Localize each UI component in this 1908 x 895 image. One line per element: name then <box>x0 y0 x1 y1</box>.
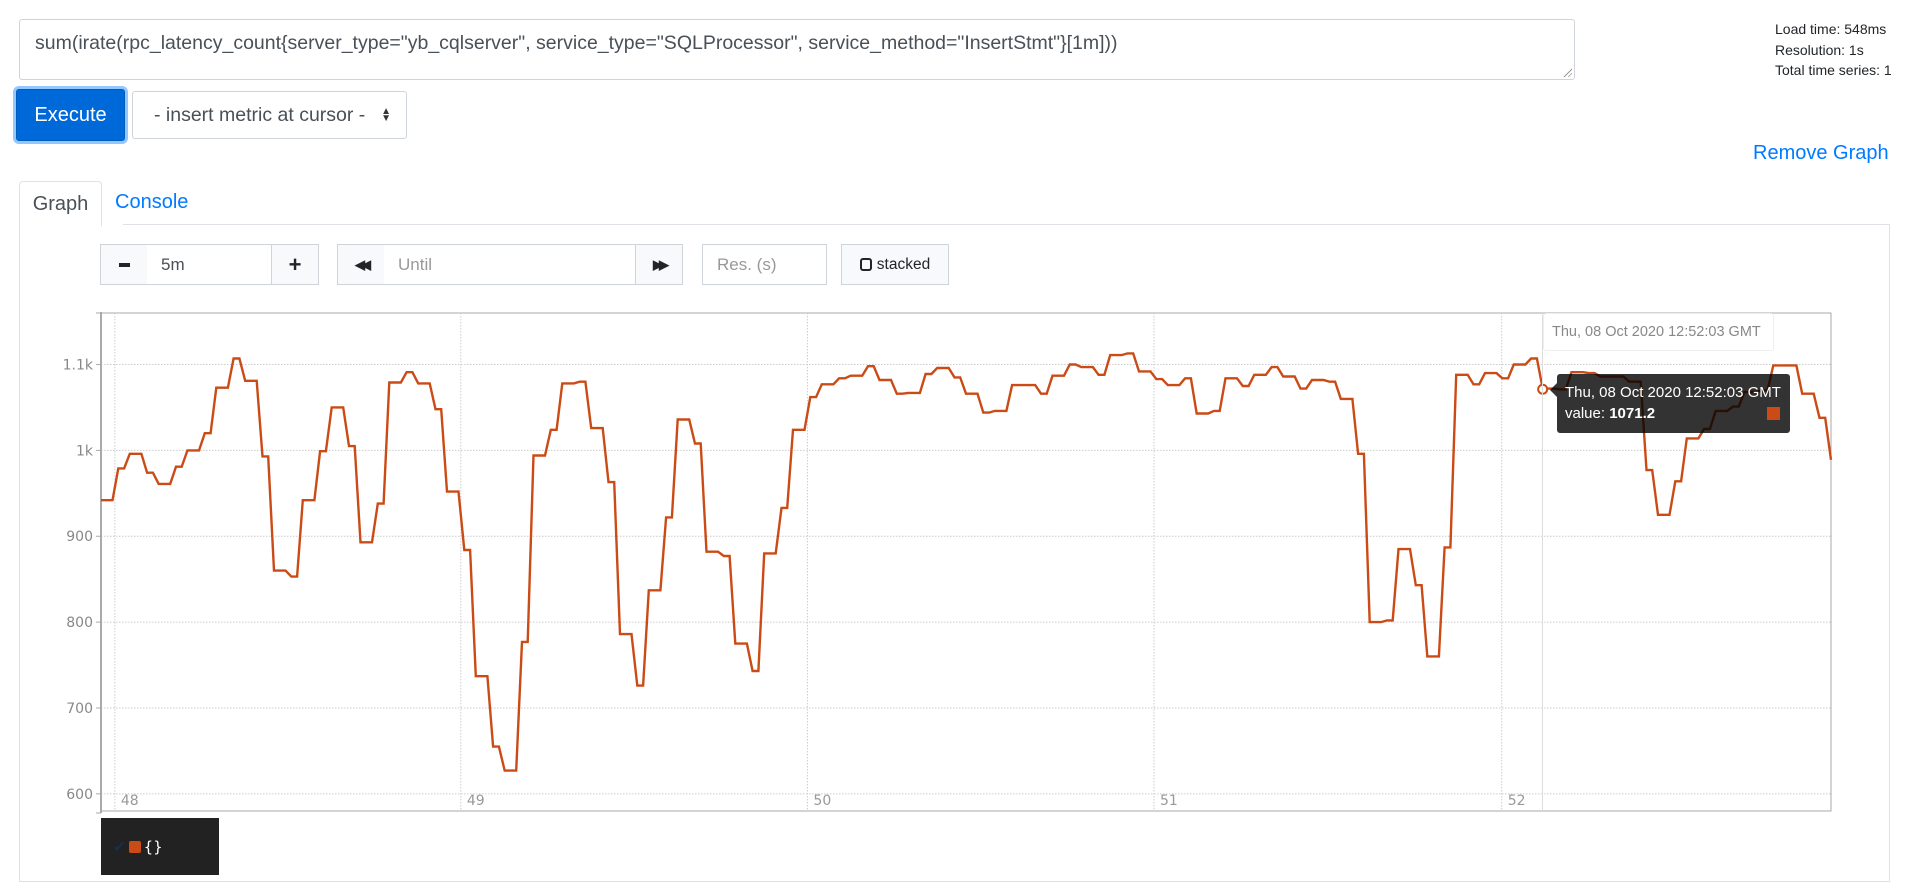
y-tick-label: 900 <box>66 529 93 545</box>
x-tick-label: 50 <box>813 793 831 809</box>
hover-crosshair <box>1542 313 1543 811</box>
tooltip-value-row: value: 1071.2 <box>1565 403 1782 424</box>
tab-graph[interactable]: Graph <box>19 181 102 226</box>
x-tick-label: 52 <box>1508 793 1526 809</box>
tooltip-value: 1071.2 <box>1609 405 1656 422</box>
y-tick-label: 800 <box>66 615 93 631</box>
y-tick-label: 1.1k <box>63 358 94 374</box>
legend: ✔ {} <box>101 818 219 875</box>
hover-time-label: Thu, 08 Oct 2020 12:52:03 GMT <box>1543 313 1774 351</box>
tooltip-value-label: value: <box>1565 405 1610 422</box>
x-tick-label: 49 <box>467 793 485 809</box>
y-tick-label: 600 <box>66 787 93 803</box>
legend-swatch[interactable] <box>128 840 141 853</box>
checkmark-icon[interactable]: ✔ <box>113 838 126 856</box>
x-tick-label: 48 <box>121 793 139 809</box>
legend-label[interactable]: {} <box>144 838 163 856</box>
series-color-swatch <box>1767 407 1780 420</box>
hover-tooltip: Thu, 08 Oct 2020 12:52:03 GMT value: 107… <box>1550 374 1790 433</box>
x-tick-label: 51 <box>1160 793 1178 809</box>
line-chart[interactable]: 600 700 800 900 1k 1.1k 48 49 50 51 52 <box>0 0 1908 895</box>
tooltip-time: Thu, 08 Oct 2020 12:52:03 GMT <box>1565 384 1781 401</box>
y-tick-label: 700 <box>66 701 93 717</box>
y-tick-label: 1k <box>76 443 94 459</box>
